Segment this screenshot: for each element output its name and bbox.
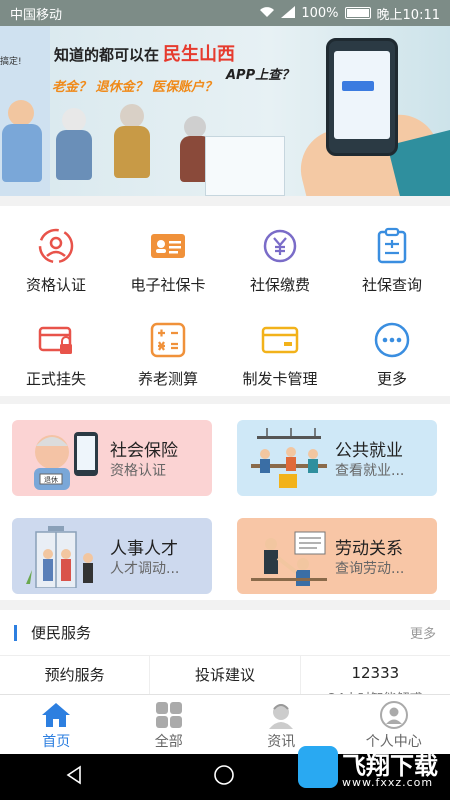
- elder-head-1: [8, 100, 34, 126]
- card-manage-icon: [260, 320, 300, 360]
- banner-headline: 知道的都可以在 民生山西: [54, 40, 235, 66]
- grid-label: 资格认证: [25, 276, 86, 294]
- section-accent-bar: [14, 624, 17, 641]
- service-counter: [205, 136, 285, 196]
- grid-label: 社保查询: [361, 276, 422, 294]
- grid-label: 更多: [376, 370, 407, 388]
- elder-body-3: [114, 126, 150, 178]
- elder-phone-illustration: 退休: [34, 432, 98, 490]
- card-public-employment[interactable]: 公共就业 查看就业...: [237, 420, 437, 496]
- services-more-link[interactable]: 更多: [410, 623, 436, 642]
- grid-label: 电子社保卡: [130, 276, 206, 294]
- service-name: 预约服务: [44, 666, 105, 684]
- elder-head-4: [184, 116, 206, 138]
- clock: 晚上10:11: [376, 7, 440, 23]
- tab-all[interactable]: 全部: [113, 695, 226, 754]
- elder-body-1: [2, 124, 42, 182]
- banner-headline-text: 知道的都可以在: [54, 46, 160, 64]
- status-bar: 中国移动 100% 晚上10:11: [0, 0, 450, 26]
- retire-tag: 退休: [44, 475, 58, 484]
- battery-percent: 100%: [301, 5, 339, 21]
- site-watermark: 飞翔下载 www.fxxz.com: [294, 738, 444, 798]
- more-dots-icon: [372, 320, 412, 360]
- convenience-services: 便民服务 更多 预约服务 工工排队服务 投诉建议 问题直通车 12333 24小…: [0, 610, 450, 700]
- banner-left-text: 搞定!: [0, 57, 22, 67]
- grid-item-card-manage[interactable]: 制发卡管理: [224, 320, 336, 389]
- elder-head-2: [62, 108, 86, 132]
- elder-body-2: [56, 130, 92, 180]
- promo-banner[interactable]: 搞定! 知道的都可以在 民生山西 老金？ 退休金？ 医保账户？ APP上查？: [0, 26, 450, 196]
- signal-icon: [281, 5, 296, 21]
- card-lock-icon: [36, 320, 76, 360]
- banner-app-text: APP上查？: [226, 68, 295, 83]
- service-grid: 资格认证 电子社保卡 社保缴费 社保查询 正式挂失 养老测算 制发卡管理 更多: [0, 206, 450, 396]
- services-title: 便民服务: [31, 624, 92, 642]
- home-icon: [41, 701, 71, 729]
- user-icon: [379, 701, 409, 729]
- tab-label: 全部: [154, 734, 183, 750]
- card-labor-relations[interactable]: 劳动关系 查询劳动...: [237, 518, 437, 594]
- grid-item-more[interactable]: 更多: [336, 320, 448, 389]
- card-title: 劳动关系: [335, 539, 403, 559]
- yuan-payment-icon: [260, 226, 300, 266]
- category-cards: 退休 社会保险 资格认证 公共就业 查看就业... 人事人才 人才调动... 劳…: [0, 404, 450, 600]
- tab-label: 首页: [42, 734, 71, 750]
- card-desc: 资格认证: [110, 463, 166, 479]
- card-title: 人事人才: [110, 539, 178, 559]
- grid-label: 养老测算: [137, 370, 198, 388]
- clipboard-query-icon: [372, 226, 412, 266]
- watermark-logo-icon: [298, 746, 338, 788]
- carrier-label: 中国移动: [10, 7, 63, 23]
- grid-item-query[interactable]: 社保查询: [336, 226, 448, 295]
- service-name: 12333: [351, 664, 400, 682]
- elder-head-3: [120, 104, 144, 128]
- grid-label: 正式挂失: [25, 370, 86, 388]
- banner-brand: 民生山西: [163, 44, 236, 65]
- card-desc: 人才调动...: [110, 561, 180, 577]
- grid-item-pension-calc[interactable]: 养老测算: [112, 320, 224, 389]
- elevator-people-illustration: [26, 526, 93, 588]
- face-verify-icon: [36, 226, 76, 266]
- tab-home[interactable]: 首页: [0, 695, 113, 754]
- calculator-icon: [148, 320, 188, 360]
- service-name: 投诉建议: [194, 666, 255, 684]
- grid-label: 制发卡管理: [242, 370, 318, 388]
- phone-screen: [334, 51, 390, 139]
- handshake-illustration: [251, 531, 327, 586]
- home-circle-icon[interactable]: [213, 764, 235, 790]
- back-icon[interactable]: [64, 765, 84, 789]
- card-personnel-talent[interactable]: 人事人才 人才调动...: [12, 518, 212, 594]
- banner-subtitle: 老金？ 退休金？ 医保账户？: [52, 80, 218, 95]
- services-header: 便民服务 更多: [0, 610, 450, 656]
- id-card-icon: [148, 226, 188, 266]
- grid-label: 社保缴费: [249, 276, 310, 294]
- card-desc: 查询劳动...: [335, 561, 405, 577]
- grid-item-e-card[interactable]: 电子社保卡: [112, 226, 224, 295]
- status-icons: 100% 晚上10:11: [259, 4, 440, 23]
- phone-illustration: [326, 38, 398, 156]
- card-title: 公共就业: [335, 441, 403, 461]
- office-workers-illustration: [251, 428, 327, 488]
- grid-item-report-loss[interactable]: 正式挂失: [0, 320, 112, 389]
- card-title: 社会保险: [110, 441, 178, 461]
- card-desc: 查看就业...: [335, 463, 405, 479]
- watermark-url: www.fxxz.com: [342, 776, 434, 789]
- phone-button: [342, 81, 374, 91]
- card-social-insurance[interactable]: 退休 社会保险 资格认证: [12, 420, 212, 496]
- grid-item-payment[interactable]: 社保缴费: [224, 226, 336, 295]
- wifi-icon: [259, 6, 275, 21]
- battery-icon: [344, 7, 371, 19]
- grid-all-icon: [154, 701, 184, 729]
- news-person-icon: [266, 701, 296, 729]
- grid-item-qualification[interactable]: 资格认证: [0, 226, 112, 295]
